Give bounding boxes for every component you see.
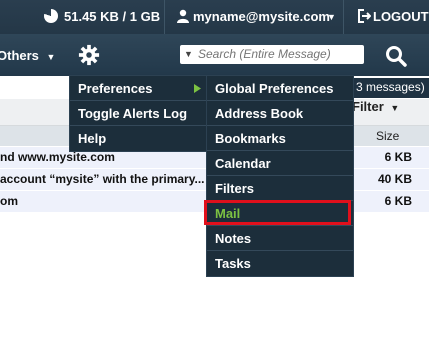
divider — [164, 0, 165, 34]
search-icon[interactable] — [384, 44, 408, 68]
message-subject: nd www.mysite.com — [0, 150, 115, 164]
menu-item-notes[interactable]: Notes — [207, 226, 353, 251]
message-count: 3 messages) — [352, 78, 429, 98]
message-size: 6 KB — [384, 194, 412, 208]
menu-item-global-preferences[interactable]: Global Preferences — [207, 76, 353, 101]
menu-item-label: Bookmarks — [215, 131, 286, 146]
menu-item-label: Calendar — [215, 156, 271, 171]
menu-item-label: Address Book — [215, 106, 304, 121]
menu-item-bookmarks[interactable]: Bookmarks — [207, 126, 353, 151]
menu-item-toggle-alerts-log[interactable]: Toggle Alerts Log — [70, 101, 206, 126]
menu-item-label: Help — [78, 131, 107, 146]
menu-item-address-book[interactable]: Address Book — [207, 101, 353, 126]
chevron-down-icon: ▼ — [46, 52, 56, 62]
menu-item-label: Global Preferences — [215, 81, 334, 96]
quota-text: 51.45 KB / 1 GB — [64, 9, 161, 24]
menu-item-help[interactable]: Help — [70, 126, 206, 151]
chevron-down-icon[interactable]: ▼ — [184, 49, 193, 59]
menu-item-label: Tasks — [215, 256, 251, 271]
highlight-box — [204, 200, 351, 225]
filter-label: Filter — [352, 99, 384, 114]
others-label: Others — [0, 48, 39, 63]
others-menu[interactable]: Others ▼ — [0, 48, 55, 63]
menu-item-label: Filters — [215, 181, 255, 196]
menu-item-label: Preferences — [78, 81, 153, 96]
menu-item-preferences[interactable]: Preferences — [70, 76, 206, 101]
message-size: 6 KB — [384, 150, 412, 164]
divider — [343, 0, 344, 34]
chevron-down-icon: ▼ — [390, 103, 400, 113]
search-input[interactable] — [198, 46, 358, 62]
top-bar: 51.45 KB / 1 GB myname@mysite.com ▼ LOGO… — [0, 0, 429, 34]
pie-chart-icon — [44, 9, 58, 23]
menu-item-tasks[interactable]: Tasks — [207, 251, 353, 276]
menu-item-filters[interactable]: Filters — [207, 176, 353, 201]
message-subject: account “mysite” with the primary... — [0, 172, 205, 186]
triangle-right-icon — [194, 84, 201, 93]
user-icon — [177, 9, 189, 23]
message-size: 40 KB — [377, 172, 412, 186]
size-column-header[interactable]: Size — [376, 129, 399, 143]
menu-item-calendar[interactable]: Calendar — [207, 151, 353, 176]
search-box: ▼ — [180, 45, 364, 64]
logout-icon[interactable] — [357, 9, 371, 23]
preferences-submenu: Global Preferences Address Book Bookmark… — [206, 75, 354, 277]
menu-item-label: Notes — [215, 231, 252, 246]
gear-icon[interactable] — [78, 44, 100, 66]
message-subject: om — [0, 194, 18, 208]
logout-link[interactable]: LOGOUT — [373, 9, 429, 24]
filter-menu[interactable]: Filter ▼ — [352, 99, 399, 114]
user-menu[interactable]: myname@mysite.com — [193, 9, 330, 24]
chevron-down-icon[interactable]: ▼ — [327, 12, 336, 22]
menu-item-label: Toggle Alerts Log — [78, 106, 188, 121]
gear-menu: Preferences Toggle Alerts Log Help — [69, 75, 207, 152]
